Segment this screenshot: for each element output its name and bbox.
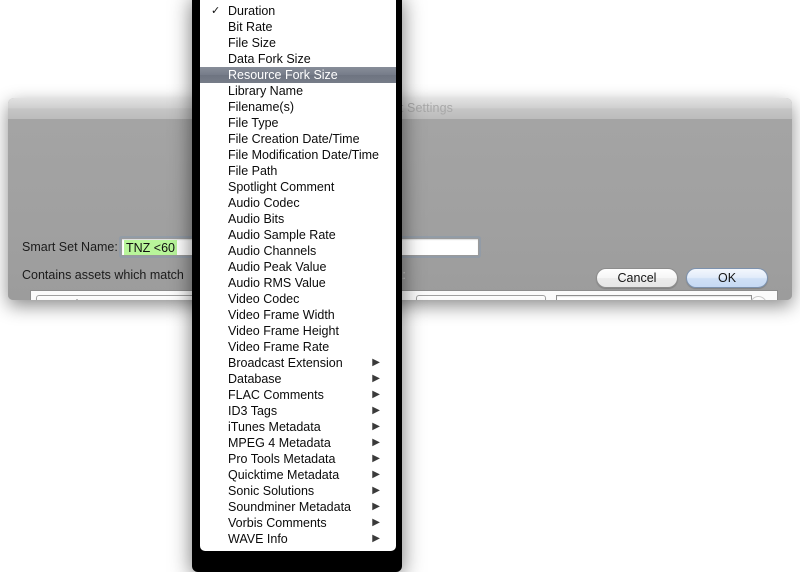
menu-item[interactable]: Broadcast Extension ▶ [200, 355, 396, 371]
submenu-arrow-icon: ▶ [372, 389, 380, 400]
menu-item[interactable]: Video Codec [200, 291, 396, 307]
menu-item[interactable]: File Size [200, 35, 396, 51]
submenu-arrow-icon: ▶ [372, 405, 380, 416]
menu-item[interactable]: Pro Tools Metadata ▶ [200, 451, 396, 467]
menu-item[interactable]: FLAC Comments ▶ [200, 387, 396, 403]
menu-item-label: Audio Bits [228, 212, 285, 226]
menu-item-label: Duration [228, 4, 276, 18]
submenu-arrow-icon: ▶ [372, 501, 380, 512]
menu-item[interactable]: Audio Sample Rate [200, 227, 396, 243]
match-rule-label: Contains assets which match [22, 268, 184, 282]
menu-item-label: Vorbis Comments [228, 516, 327, 530]
menu-item-label: Bit Rate [228, 20, 273, 34]
menu-item[interactable]: File Type [200, 115, 396, 131]
menu-item[interactable]: WAVE Info ▶ [200, 531, 396, 547]
menu-item-label: Sonic Solutions [228, 484, 315, 498]
menu-item[interactable]: iTunes Metadata ▶ [200, 419, 396, 435]
menu-item-label: Audio Peak Value [228, 260, 327, 274]
criteria-operator-popup[interactable]: < ▲▼ [416, 295, 546, 300]
menu-item-label: Audio Codec [228, 196, 300, 210]
menu-item-label: File Size [228, 36, 276, 50]
menu-item[interactable]: Video Frame Width [200, 307, 396, 323]
submenu-arrow-icon: ▶ [372, 373, 380, 384]
menu-item-label: Filename(s) [228, 100, 294, 114]
menu-item-label: iTunes Metadata [228, 420, 321, 434]
submenu-arrow-icon: ▶ [372, 533, 380, 544]
menu-item[interactable]: ID3 Tags ▶ [200, 403, 396, 419]
menu-item[interactable]: Audio Channels [200, 243, 396, 259]
submenu-arrow-icon: ▶ [372, 437, 380, 448]
menu-item-label: ID3 Tags [228, 404, 278, 418]
submenu-arrow-icon: ▶ [372, 517, 380, 528]
menu-item[interactable]: Vorbis Comments ▶ [200, 515, 396, 531]
menu-item[interactable]: Audio Peak Value [200, 259, 396, 275]
criteria-field-menu[interactable]: ✓ Duration Bit Rate File Size Data Fork Size… [200, 0, 396, 551]
criteria-operator-value: < [425, 298, 432, 300]
menu-item-label: Library Name [228, 84, 304, 98]
menu-item[interactable]: File Path [200, 163, 396, 179]
menu-item[interactable]: Video Frame Rate [200, 339, 396, 355]
menu-item[interactable]: MPEG 4 Metadata ▶ [200, 435, 396, 451]
menu-item-label: MPEG 4 Metadata [228, 436, 331, 450]
submenu-arrow-icon: ▶ [372, 453, 380, 464]
menu-item-label: Audio Channels [228, 244, 317, 258]
menu-item[interactable]: File Modification Date/Time [200, 147, 396, 163]
menu-item[interactable]: Audio Codec [200, 195, 396, 211]
smart-set-name-label: Smart Set Name: [22, 240, 118, 254]
dialog-button-bar: Cancel OK [596, 98, 768, 300]
menu-item[interactable]: File Creation Date/Time [200, 131, 396, 147]
menu-item-label: Pro Tools Metadata [228, 452, 336, 466]
menu-item-label: Resource Fork Size [228, 68, 338, 82]
menu-item-label: WAVE Info [228, 532, 288, 546]
menu-item-label: Data Fork Size [228, 52, 311, 66]
menu-item-label: Video Frame Height [228, 324, 339, 338]
menu-item-label: Spotlight Comment [228, 180, 335, 194]
submenu-arrow-icon: ▶ [372, 357, 380, 368]
stepper-arrows-icon: ▲▼ [532, 298, 540, 300]
screen: Smart Set Settings Smart Set Name: TNZ <… [0, 0, 800, 572]
menu-item-label: File Path [228, 164, 278, 178]
menu-item-label: Video Frame Rate [228, 340, 330, 354]
menu-item[interactable]: Audio Bits [200, 211, 396, 227]
ok-button[interactable]: OK [686, 268, 768, 288]
menu-item[interactable]: Bit Rate [200, 19, 396, 35]
menu-item-label: Soundminer Metadata [228, 500, 351, 514]
smart-set-name-value: TNZ <60 [124, 240, 177, 255]
menu-item-label: Video Frame Width [228, 308, 335, 322]
menu-item-label: Database [228, 372, 282, 386]
menu-item-label: Audio RMS Value [228, 276, 326, 290]
check-icon: ✓ [211, 5, 221, 17]
criteria-field-value: Duration [45, 298, 92, 300]
menu-item-label: File Creation Date/Time [228, 132, 360, 146]
cancel-button[interactable]: Cancel [596, 268, 678, 288]
menu-item-label: Audio Sample Rate [228, 228, 336, 242]
menu-item[interactable]: Sonic Solutions ▶ [200, 483, 396, 499]
submenu-arrow-icon: ▶ [372, 469, 380, 480]
menu-item-label: FLAC Comments [228, 388, 324, 402]
menu-item-label: Broadcast Extension [228, 356, 343, 370]
submenu-arrow-icon: ▶ [372, 485, 380, 496]
menu-item[interactable]: Resource Fork Size [200, 67, 396, 83]
menu-item-label: File Modification Date/Time [228, 148, 379, 162]
menu-item[interactable]: Filename(s) [200, 99, 396, 115]
menu-item-label: Video Codec [228, 292, 300, 306]
menu-item[interactable]: Spotlight Comment [200, 179, 396, 195]
menu-item[interactable]: Soundminer Metadata ▶ [200, 499, 396, 515]
menu-item[interactable]: Video Frame Height [200, 323, 396, 339]
menu-item-label: File Type [228, 116, 279, 130]
criteria-field-popup[interactable]: Duration ▲▼ [36, 295, 208, 300]
submenu-arrow-icon: ▶ [372, 421, 380, 432]
menu-item[interactable]: ✓ Duration [200, 3, 396, 19]
menu-item[interactable]: Quicktime Metadata ▶ [200, 467, 396, 483]
menu-item[interactable]: Library Name [200, 83, 396, 99]
menu-item[interactable]: Audio RMS Value [200, 275, 396, 291]
menu-item[interactable]: Database ▶ [200, 371, 396, 387]
menu-item-label: Quicktime Metadata [228, 468, 340, 482]
menu-item[interactable]: Data Fork Size [200, 51, 396, 67]
